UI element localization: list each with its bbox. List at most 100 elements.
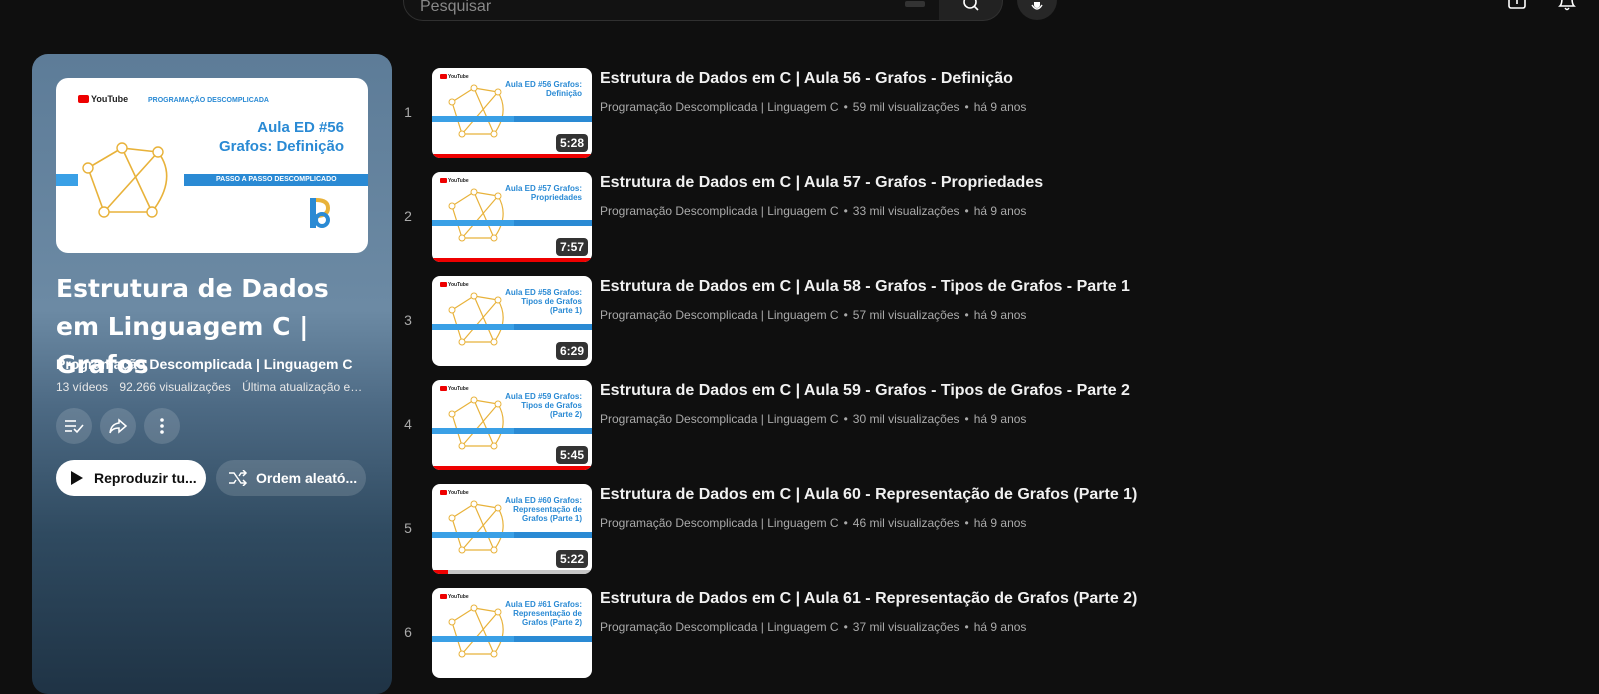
youtube-logo: YouTube [440, 594, 469, 600]
playlist-video-row[interactable]: 4 YouTube Aula ED #59 Grafos: Tipos de Gra… [400, 380, 1580, 484]
share-icon [109, 418, 128, 434]
separator-dot: • [843, 308, 848, 322]
separator-dot: • [964, 204, 969, 218]
search-placeholder: Pesquisar [420, 0, 492, 15]
video-duration: 5:28 [555, 134, 588, 152]
video-index: 4 [404, 416, 412, 432]
video-age: há 9 anos [973, 412, 1027, 426]
playlist-video-row[interactable]: 5 YouTube Aula ED #60 Grafos: Representaçã… [400, 484, 1580, 588]
microphone-icon [1031, 2, 1043, 10]
separator-dot: • [964, 412, 969, 426]
video-count: 13 vídeos [56, 380, 109, 394]
video-metadata: Programação Descomplicada | Linguagem C •… [600, 516, 1026, 530]
thumbnail-heading: Aula ED #56 Grafos: Definição [218, 119, 344, 155]
youtube-logo: YouTube [440, 74, 469, 80]
playlist-video-row[interactable]: 6 YouTube Aula ED #61 Grafos: Representaçã… [400, 588, 1580, 692]
search-input[interactable]: Pesquisar [403, 0, 940, 21]
shuffle-button[interactable]: Ordem aleató... [216, 460, 366, 496]
search-button[interactable] [939, 0, 1003, 21]
video-duration: 7:57 [555, 238, 588, 256]
play-all-button[interactable]: Reproduzir tu... [56, 460, 206, 496]
separator-dot: • [843, 412, 848, 426]
video-views: 33 mil visualizações [852, 204, 960, 218]
video-thumbnail[interactable]: YouTube Aula ED #58 Grafos: Tipos de Graf… [432, 276, 592, 366]
shuffle-icon [229, 470, 248, 486]
separator-dot: • [964, 308, 969, 322]
voice-search-button[interactable] [1017, 0, 1057, 20]
video-title[interactable]: Estrutura de Dados em C | Aula 59 - Graf… [600, 382, 1130, 400]
youtube-logo: YouTube [78, 94, 128, 104]
video-views: 59 mil visualizações [852, 100, 960, 114]
playlist-video-list: 1 YouTube Aula ED #56 Grafos: Definição 5:2… [400, 68, 1580, 692]
watch-progress-bar [432, 154, 592, 158]
video-title[interactable]: Estrutura de Dados em C | Aula 58 - Graf… [600, 278, 1130, 296]
top-bar: Pesquisar [0, 0, 1599, 22]
video-thumbnail[interactable]: YouTube Aula ED #61 Grafos: Representação… [432, 588, 592, 678]
thumbnail-banner: PASSO A PASSO DESCOMPLICADO [184, 174, 368, 186]
video-thumbnail[interactable]: YouTube Aula ED #57 Grafos: Propriedades 7… [432, 172, 592, 262]
video-age: há 9 anos [973, 308, 1027, 322]
bell-icon[interactable] [1557, 0, 1577, 12]
watch-progress-bar [432, 258, 592, 262]
video-index: 1 [404, 104, 412, 120]
video-title[interactable]: Estrutura de Dados em C | Aula 56 - Graf… [600, 70, 1013, 88]
separator-dot: • [843, 620, 848, 634]
separator-dot: • [964, 620, 969, 634]
view-count: 92.266 visualizações [119, 380, 231, 394]
banner-stripe-left [56, 174, 78, 186]
shuffle-label: Ordem aleató... [256, 470, 358, 486]
video-age: há 9 anos [973, 516, 1027, 530]
video-title[interactable]: Estrutura de Dados em C | Aula 60 - Repr… [600, 486, 1137, 504]
video-age: há 9 anos [973, 100, 1027, 114]
playlist-thumbnail[interactable]: YouTube PROGRAMAÇÃO DESCOMPLICADA Aula E… [56, 78, 368, 253]
separator-dot: • [843, 516, 848, 530]
youtube-logo: YouTube [440, 386, 469, 392]
video-thumbnail[interactable]: YouTube Aula ED #59 Grafos: Tipos de Graf… [432, 380, 592, 470]
play-all-label: Reproduzir tu... [94, 470, 197, 486]
create-icon[interactable] [1508, 0, 1530, 12]
keyboard-icon[interactable] [905, 1, 925, 7]
video-channel-link[interactable]: Programação Descomplicada | Linguagem C [600, 100, 839, 114]
video-title[interactable]: Estrutura de Dados em C | Aula 61 - Repr… [600, 590, 1137, 608]
save-playlist-button[interactable] [56, 408, 92, 444]
video-channel-link[interactable]: Programação Descomplicada | Linguagem C [600, 620, 839, 634]
playlist-video-row[interactable]: 1 YouTube Aula ED #56 Grafos: Definição 5:2… [400, 68, 1580, 172]
play-icon [71, 471, 83, 485]
video-channel-link[interactable]: Programação Descomplicada | Linguagem C [600, 204, 839, 218]
playlist-video-row[interactable]: 2 YouTube Aula ED #57 Grafos: Propriedades… [400, 172, 1580, 276]
more-vertical-icon [160, 418, 164, 434]
video-age: há 9 anos [973, 620, 1027, 634]
youtube-logo: YouTube [440, 178, 469, 184]
separator-dot: • [964, 100, 969, 114]
thumbnail-banner [432, 324, 592, 330]
playlist-header-panel: YouTube PROGRAMAÇÃO DESCOMPLICADA Aula E… [32, 54, 392, 694]
video-metadata: Programação Descomplicada | Linguagem C •… [600, 100, 1026, 114]
video-thumbnail[interactable]: YouTube Aula ED #60 Grafos: Representação… [432, 484, 592, 574]
watch-progress-bar [432, 466, 592, 470]
video-metadata: Programação Descomplicada | Linguagem C •… [600, 308, 1026, 322]
thumbnail-text: Aula ED #57 Grafos: Propriedades [505, 184, 582, 202]
playlist-stats: 13 vídeos 92.266 visualizações Última at… [56, 380, 366, 394]
video-metadata: Programação Descomplicada | Linguagem C •… [600, 412, 1026, 426]
last-updated: Última atualização em ... [242, 380, 366, 394]
video-channel-link[interactable]: Programação Descomplicada | Linguagem C [600, 516, 839, 530]
video-channel-link[interactable]: Programação Descomplicada | Linguagem C [600, 412, 839, 426]
video-metadata: Programação Descomplicada | Linguagem C •… [600, 204, 1026, 218]
video-index: 6 [404, 624, 412, 640]
video-title[interactable]: Estrutura de Dados em C | Aula 57 - Graf… [600, 174, 1043, 192]
video-metadata: Programação Descomplicada | Linguagem C •… [600, 620, 1026, 634]
playlist-channel-link[interactable]: Programação Descomplicada | Linguagem C [56, 356, 352, 372]
more-options-button[interactable] [144, 408, 180, 444]
thumbnail-banner [432, 532, 592, 538]
video-index: 2 [404, 208, 412, 224]
video-thumbnail[interactable]: YouTube Aula ED #56 Grafos: Definição 5:28 [432, 68, 592, 158]
channel-tag: PROGRAMAÇÃO DESCOMPLICADA [148, 97, 269, 104]
playlist-add-icon [65, 420, 84, 434]
playlist-video-row[interactable]: 3 YouTube Aula ED #58 Grafos: Tipos de Gra… [400, 276, 1580, 380]
thumbnail-text: Aula ED #60 Grafos: Representação de Gra… [505, 496, 582, 523]
search-icon [962, 0, 979, 11]
separator-dot: • [843, 100, 848, 114]
video-channel-link[interactable]: Programação Descomplicada | Linguagem C [600, 308, 839, 322]
share-button[interactable] [100, 408, 136, 444]
thumbnail-banner [432, 116, 592, 122]
